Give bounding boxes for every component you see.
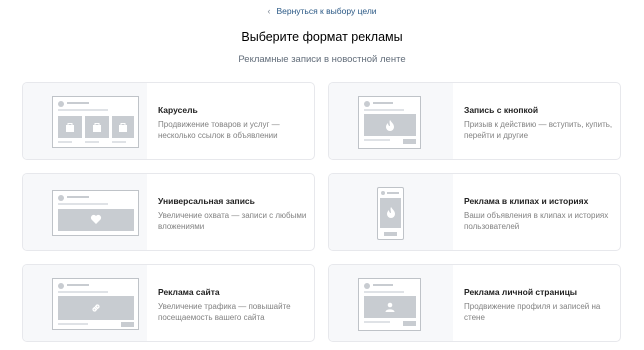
card-description: Увеличение трафика — повышайте посещаемо… [158, 302, 291, 322]
card-title: Карусель [158, 105, 198, 115]
format-card-carousel[interactable]: Карусель Продвижение товаров и услуг — н… [22, 82, 315, 160]
card-title: Запись с кнопкой [464, 105, 539, 115]
card-description: Продвижение товаров и услуг — несколько … [158, 120, 280, 140]
section-subtitle: Рекламные записи в новостной ленте [238, 54, 406, 65]
back-link-label: Вернуться к выбору цели [276, 6, 377, 16]
page-title: Выберите формат рекламы [241, 30, 403, 44]
phone-stories-preview-icon [329, 174, 453, 250]
card-title: Реклама в клипах и историях [464, 196, 589, 206]
user-preview-icon [329, 265, 453, 341]
card-description: Призыв к действию — вступить, купить, пе… [464, 120, 613, 140]
card-description: Ваши объявления в клипах и историях поль… [464, 211, 609, 231]
fire-button-preview-icon [329, 83, 453, 159]
format-card-clips-stories[interactable]: Реклама в клипах и историях Ваши объявле… [328, 173, 621, 251]
back-link[interactable]: ‹ Вернуться к выбору цели [0, 6, 644, 16]
card-description: Продвижение профиля и записей на стене [464, 302, 601, 322]
card-title: Реклама сайта [158, 287, 220, 297]
link-preview-icon [23, 265, 147, 341]
card-description: Увеличение охвата — записи с любыми влож… [158, 211, 307, 231]
format-card-universal-post[interactable]: Универсальная запись Увеличение охвата —… [22, 173, 315, 251]
format-card-post-with-button[interactable]: Запись с кнопкой Призыв к действию — вст… [328, 82, 621, 160]
carousel-preview-icon [23, 83, 147, 159]
heart-preview-icon [23, 174, 147, 250]
format-card-personal-page[interactable]: Реклама личной страницы Продвижение проф… [328, 264, 621, 342]
chevron-left-icon: ‹ [267, 6, 271, 16]
format-card-website[interactable]: Реклама сайта Увеличение трафика — повыш… [22, 264, 315, 342]
card-title: Реклама личной страницы [464, 287, 578, 297]
card-title: Универсальная запись [158, 196, 255, 206]
